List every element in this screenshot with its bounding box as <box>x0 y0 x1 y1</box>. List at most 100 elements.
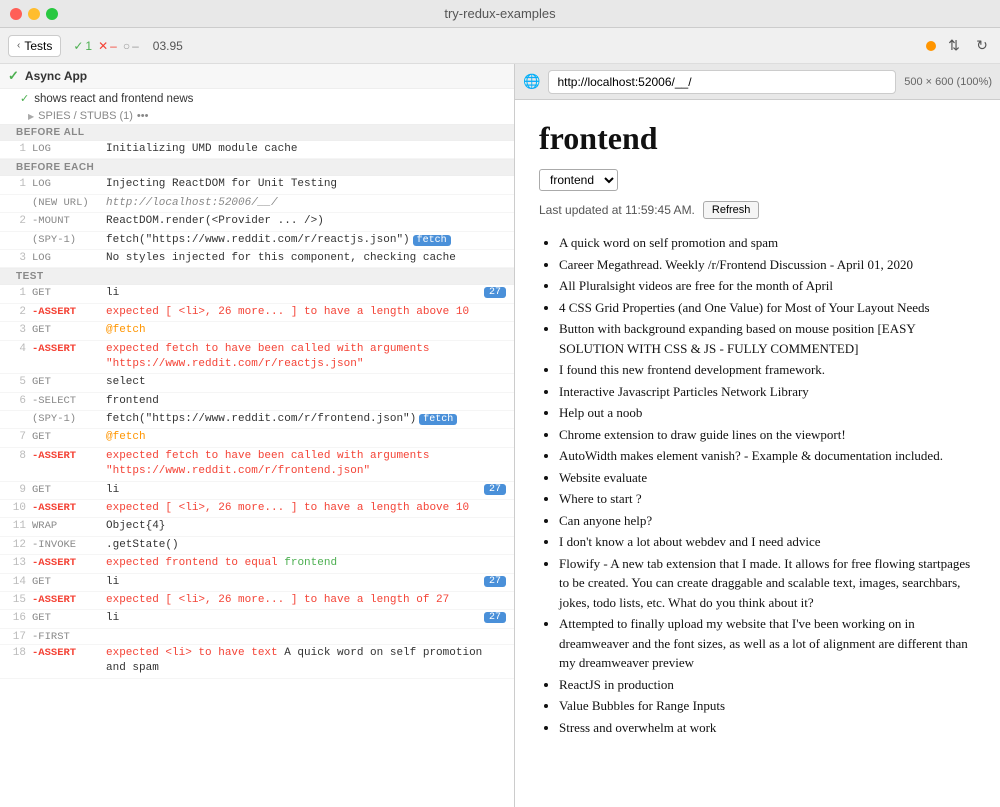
log-row: 4 -ASSERT expected fetch to have been ca… <box>0 341 514 375</box>
log-row: 11 WRAP Object{4} <box>0 518 514 536</box>
log-row: 7 GET @fetch <box>0 429 514 447</box>
subreddit-select-wrapper: frontend reactjs <box>539 169 976 201</box>
section-before-all: BEFORE ALL <box>0 124 514 141</box>
log-num: 1 <box>8 143 26 155</box>
log-type: LOG <box>32 178 102 190</box>
log-type: GET <box>32 376 102 388</box>
list-item: Value Bubbles for Range Inputs <box>559 696 976 716</box>
refresh-button[interactable]: Refresh <box>703 201 760 219</box>
tests-label: Tests <box>24 39 52 53</box>
log-type: -MOUNT <box>32 215 102 227</box>
test-check-icon: ✓ <box>20 92 29 105</box>
maximize-button[interactable] <box>46 8 58 20</box>
log-row: 3 LOG No styles injected for this compon… <box>0 250 514 268</box>
suite-check-icon: ✓ <box>8 68 19 84</box>
log-type: GET <box>32 287 102 299</box>
log-type: (NEW URL) <box>32 197 102 209</box>
chevron-left-icon: ‹ <box>17 40 20 51</box>
main-toolbar: ‹ Tests ✓ 1 ✕ – ○ – 03.95 ⇅ ↻ <box>0 28 1000 64</box>
viewport-size: 500 × 600 (100%) <box>904 76 992 88</box>
log-type: WRAP <box>32 520 102 532</box>
log-row: 1 LOG Initializing UMD module cache <box>0 141 514 159</box>
log-row: 8 -ASSERT expected fetch to have been ca… <box>0 448 514 482</box>
list-item: ReactJS in production <box>559 675 976 695</box>
log-row: 12 -INVOKE .getState() <box>0 537 514 555</box>
assert-value-green: frontend <box>284 557 337 569</box>
count-badge: 27 <box>484 484 506 495</box>
log-content: .getState() <box>106 538 506 553</box>
triangle-icon: ▶ <box>28 112 34 121</box>
list-item: AutoWidth makes element vanish? - Exampl… <box>559 446 976 466</box>
log-row: 2 -ASSERT expected [ <li>, 26 more... ] … <box>0 304 514 322</box>
log-num: 10 <box>8 502 26 514</box>
log-row: 16 GET li 27 <box>0 610 514 628</box>
log-num: 1 <box>8 178 26 190</box>
section-test: TEST <box>0 268 514 285</box>
list-item: Flowify - A new tab extension that I mad… <box>559 554 976 613</box>
log-num: 12 <box>8 539 26 551</box>
x-icon: ✕ <box>98 39 108 53</box>
skip-count: ○ – <box>123 39 139 53</box>
log-num: 5 <box>8 376 26 388</box>
log-content: frontend <box>106 394 506 409</box>
log-type-assert: -ASSERT <box>32 306 102 318</box>
window-controls <box>10 8 58 20</box>
log-content: li <box>106 611 480 626</box>
log-content-assert: expected fetch to have been called with … <box>106 342 506 373</box>
log-num: 8 <box>8 450 26 462</box>
log-num: 11 <box>8 520 26 532</box>
log-content: li <box>106 483 480 498</box>
log-type-assert: -ASSERT <box>32 647 102 659</box>
list-item: Help out a noob <box>559 403 976 423</box>
count-badge: 27 <box>484 612 506 623</box>
status-dot <box>926 41 936 51</box>
fail-count: ✕ – <box>98 39 117 53</box>
log-num: 2 <box>8 215 26 227</box>
test-counts: ✓ 1 ✕ – ○ – <box>73 39 138 53</box>
list-item: Interactive Javascript Particles Network… <box>559 382 976 402</box>
log-row: 6 -SELECT frontend <box>0 393 514 411</box>
test-label: shows react and frontend news <box>34 93 193 105</box>
list-item: A quick word on self promotion and spam <box>559 233 976 253</box>
log-num: 14 <box>8 576 26 588</box>
browser-toolbar: 🌐 500 × 600 (100%) <box>515 64 1000 100</box>
log-num: 7 <box>8 431 26 443</box>
log-row: 13 -ASSERT expected frontend to equal fr… <box>0 555 514 573</box>
suite-name: Async App <box>25 69 87 83</box>
log-content: No styles injected for this component, c… <box>106 251 506 266</box>
list-item: Can anyone help? <box>559 511 976 531</box>
log-row: 1 GET li 27 <box>0 285 514 303</box>
log-row: 5 GET select <box>0 374 514 392</box>
url-bar[interactable] <box>548 70 896 94</box>
refresh-icon[interactable]: ↻ <box>972 36 992 56</box>
log-type: LOG <box>32 143 102 155</box>
right-panel: 🌐 500 × 600 (100%) frontend frontend rea… <box>515 64 1000 807</box>
minimize-button[interactable] <box>28 8 40 20</box>
log-type: GET <box>32 612 102 624</box>
log-type: GET <box>32 484 102 496</box>
log-content: fetch("https://www.reddit.com/r/frontend… <box>106 412 506 427</box>
fetch-badge: fetch <box>419 414 457 425</box>
spies-row[interactable]: ▶ SPIES / STUBS (1) ••• <box>0 108 514 124</box>
tests-button[interactable]: ‹ Tests <box>8 35 61 57</box>
list-item: All Pluralsight videos are free for the … <box>559 276 976 296</box>
log-content-assert: expected [ <li>, 26 more... ] to have a … <box>106 593 506 608</box>
subreddit-select[interactable]: frontend reactjs <box>539 169 618 191</box>
sort-icon[interactable]: ⇅ <box>944 36 964 56</box>
log-row: (NEW URL) http://localhost:52006/__/ <box>0 195 514 213</box>
log-type: GET <box>32 576 102 588</box>
log-row: 15 -ASSERT expected [ <li>, 26 more... ]… <box>0 592 514 610</box>
log-num: 9 <box>8 484 26 496</box>
log-row: (SPY-1) fetch("https://www.reddit.com/r/… <box>0 232 514 250</box>
suite-header: ✓ Async App <box>0 64 514 89</box>
list-item: I don't know a lot about webdev and I ne… <box>559 532 976 552</box>
list-item: 4 CSS Grid Properties (and One Value) fo… <box>559 298 976 318</box>
log-num: 18 <box>8 647 26 659</box>
log-content-assert: expected frontend to equal frontend <box>106 556 506 571</box>
list-item: Where to start ? <box>559 489 976 509</box>
section-before-each: BEFORE EACH <box>0 159 514 176</box>
log-content: Initializing UMD module cache <box>106 142 506 157</box>
test-name-row[interactable]: ✓ shows react and frontend news <box>0 89 514 108</box>
close-button[interactable] <box>10 8 22 20</box>
log-content: fetch("https://www.reddit.com/r/reactjs.… <box>106 233 506 248</box>
